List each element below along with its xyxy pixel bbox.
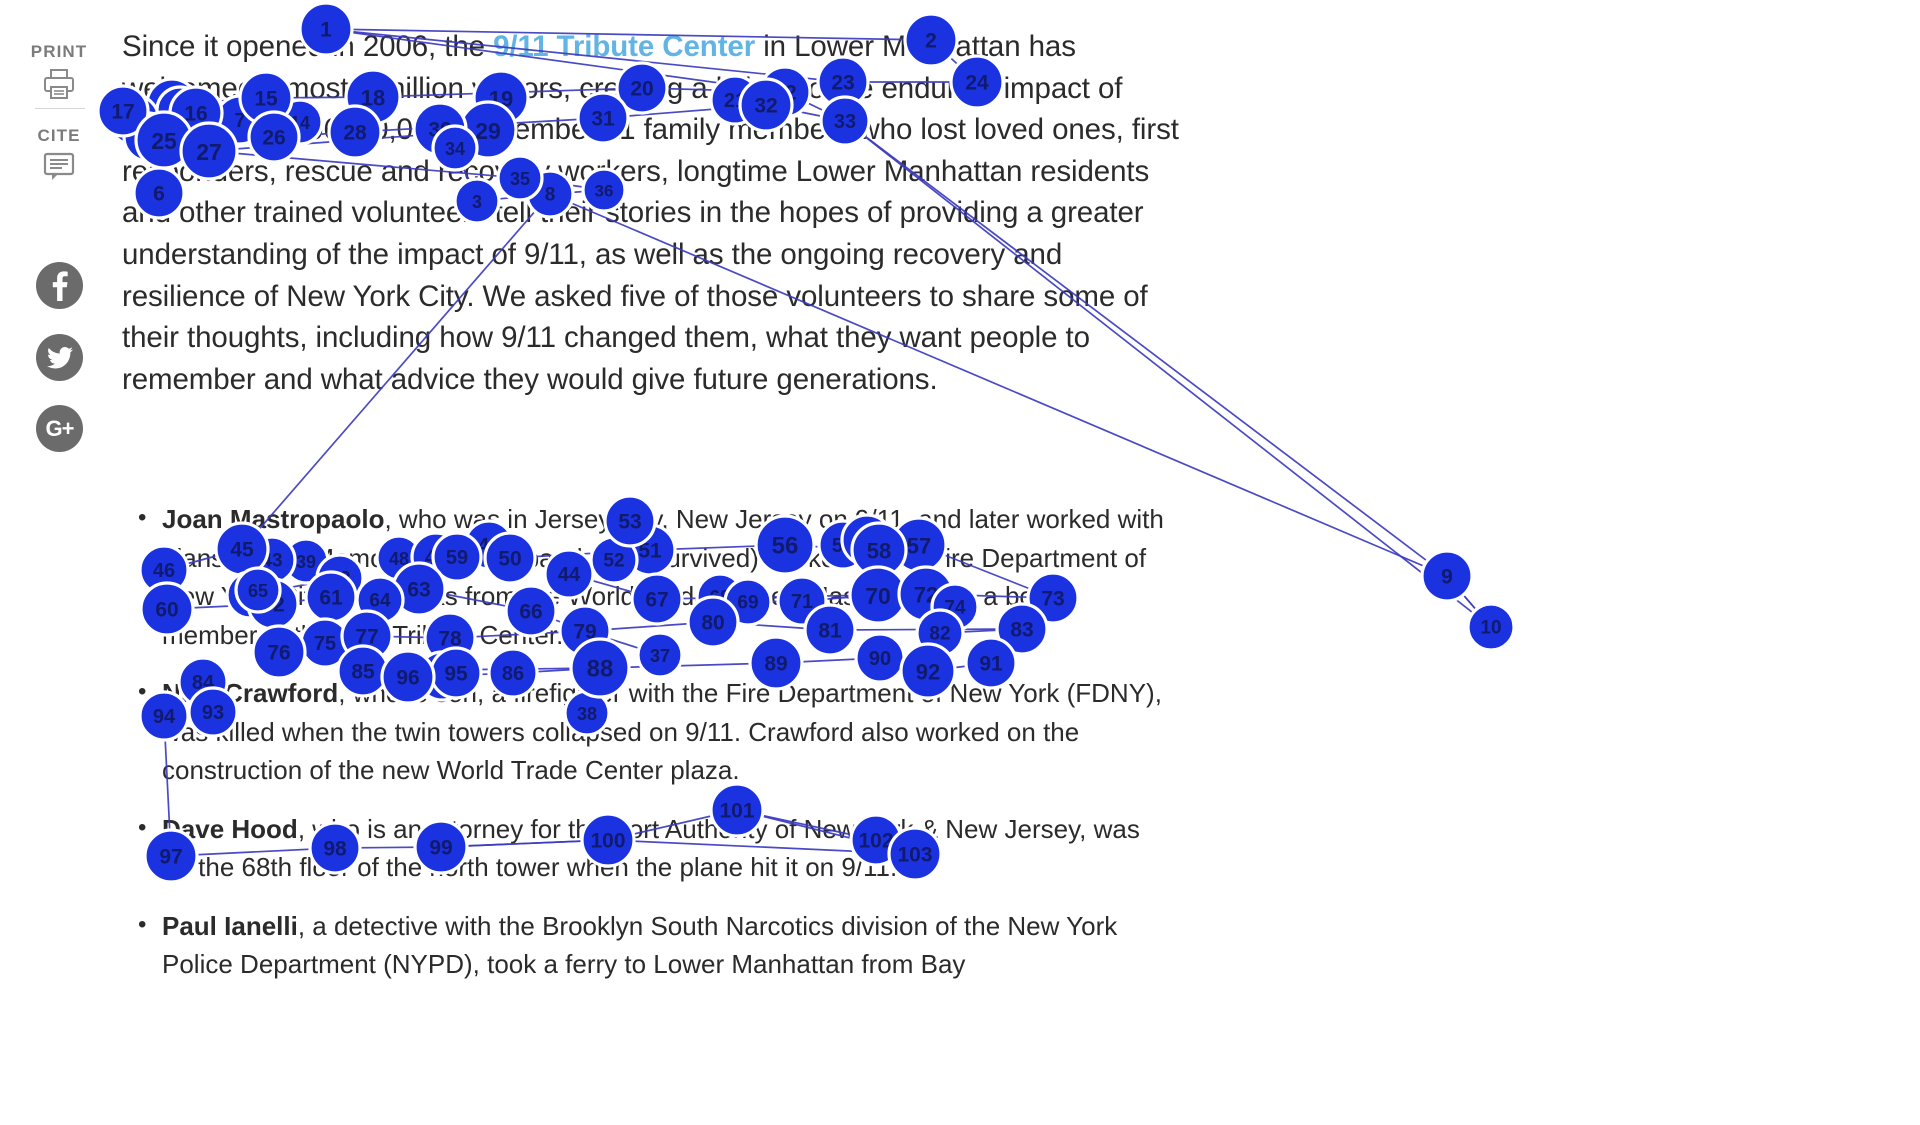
page-root: PRINT CITE G+ Since it opened in 2006, t…: [0, 0, 1920, 1125]
quote-bubble-icon[interactable]: [0, 152, 118, 187]
volunteer-list: Joan Mastropaolo, who was in Jersey City…: [132, 499, 1172, 1004]
list-item: Nick Crawford, whose son, a firefighter …: [132, 673, 1172, 790]
lede-text-after-link: in Lower Manhattan has welcomed almost 4…: [122, 30, 1179, 396]
cite-label: CITE: [37, 126, 81, 145]
lede-paragraph: Since it opened in 2006, the 9/11 Tribut…: [122, 0, 1182, 400]
print-label: PRINT: [30, 42, 88, 61]
node-circle: [1420, 549, 1474, 603]
left-action-rail: PRINT CITE G+: [0, 0, 118, 1125]
graph-node-9[interactable]: 9: [1420, 549, 1474, 603]
volunteer-description: , who is an attorney for the Port Author…: [162, 813, 1140, 883]
node-label: 10: [1480, 618, 1501, 639]
volunteer-description: , a detective with the Brooklyn South Na…: [162, 910, 1118, 980]
rail-divider-1: [35, 108, 85, 109]
node-circle: [1466, 602, 1516, 652]
volunteer-name: Paul Ianelli: [162, 910, 298, 941]
twitter-share-button[interactable]: [36, 334, 83, 381]
volunteer-name: Nick Crawford: [162, 678, 339, 708]
twitter-icon: [46, 346, 73, 368]
googleplus-share-button[interactable]: G+: [36, 405, 83, 452]
graph-node-10[interactable]: 10: [1466, 602, 1516, 652]
tribute-center-link[interactable]: 9/11 Tribute Center: [493, 30, 755, 63]
lede-text-before-link: Since it opened in 2006, the: [122, 30, 494, 63]
printer-icon[interactable]: [0, 68, 118, 105]
googleplus-icon: G+: [45, 415, 75, 441]
node-label: 9: [1441, 566, 1453, 589]
list-item: Joan Mastropaolo, who was in Jersey City…: [132, 499, 1172, 654]
facebook-share-button[interactable]: [36, 262, 83, 309]
graph-edge: [1446, 575, 1492, 628]
facebook-icon: [52, 270, 68, 301]
volunteer-name: Joan Mastropaolo: [162, 504, 385, 534]
list-item: Paul Ianelli, a detective with the Brook…: [132, 906, 1172, 984]
graph-edge: [1446, 575, 1492, 628]
article-body: Since it opened in 2006, the 9/11 Tribut…: [122, 0, 1182, 979]
volunteer-name: Dave Hood: [162, 813, 298, 844]
list-item: Dave Hood, who is an attorney for the Po…: [132, 809, 1172, 887]
